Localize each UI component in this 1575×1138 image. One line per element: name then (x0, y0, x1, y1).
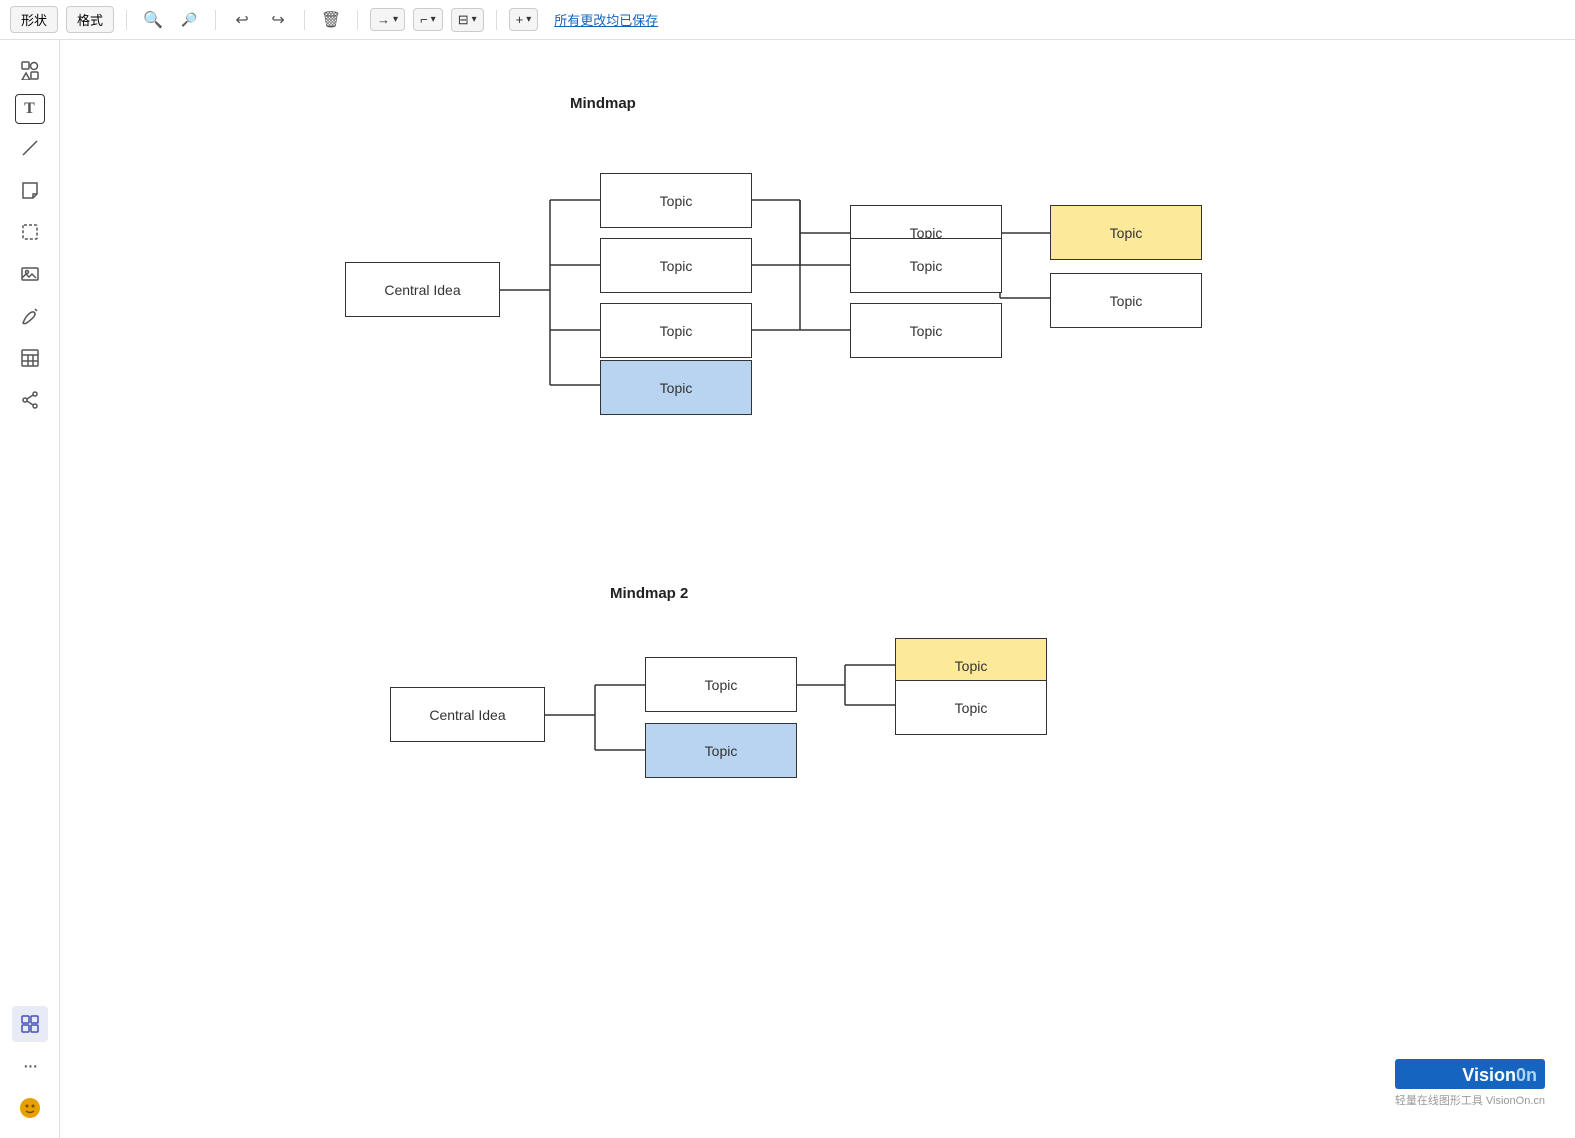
toolbar-divider-2 (215, 10, 216, 30)
arrow-style-dropdown[interactable]: →▾ (370, 8, 405, 31)
format-button[interactable]: 格式 (66, 6, 114, 33)
text-tool[interactable]: T (15, 94, 45, 124)
add-dropdown[interactable]: +▾ (509, 8, 539, 31)
mindmap2-title: Mindmap 2 (610, 585, 688, 602)
mindmap1: Mindmap (230, 90, 1060, 520)
redo-button[interactable]: ↪ (264, 6, 292, 34)
canvas[interactable]: Mindmap (60, 40, 1575, 1138)
mindmap1-topic6[interactable]: Topic (850, 238, 1002, 293)
frame-tool[interactable] (12, 214, 48, 250)
zoom-out-button[interactable]: 🔎 (175, 6, 203, 34)
more-tool[interactable]: ··· (12, 1048, 48, 1084)
line-style-dropdown[interactable]: ⊟▾ (451, 8, 484, 32)
toolbar-divider-1 (126, 10, 127, 30)
draw-tool[interactable] (12, 298, 48, 334)
mindmap2-central-idea[interactable]: Central Idea (390, 687, 545, 742)
mindmap1-topic4[interactable]: Topic (600, 360, 752, 415)
mindmap2-topic1[interactable]: Topic (645, 657, 797, 712)
table-tool[interactable] (12, 340, 48, 376)
toolbar-divider-4 (357, 10, 358, 30)
sidebar-bottom: ··· (12, 1006, 48, 1126)
watermark-logo: Vision0n (1395, 1059, 1545, 1089)
apps-tool[interactable] (12, 1006, 48, 1042)
toolbar-divider-3 (304, 10, 305, 30)
mindmap1-topic7[interactable]: Topic (850, 303, 1002, 358)
sticky-note-tool[interactable] (12, 172, 48, 208)
share-tool[interactable] (12, 382, 48, 418)
mindmap1-topic9[interactable]: Topic (1050, 273, 1202, 328)
mindmap2-topic2[interactable]: Topic (645, 723, 797, 778)
shape-button[interactable]: 形状 (10, 6, 58, 33)
corner-style-dropdown[interactable]: ⌐▾ (413, 8, 443, 31)
mindmap1-title: Mindmap (570, 95, 636, 112)
line-tool[interactable] (12, 130, 48, 166)
mindmap2-topic4[interactable]: Topic (895, 680, 1047, 735)
delete-button[interactable]: 🗑 (317, 6, 345, 34)
mindmap1-central-idea[interactable]: Central Idea (345, 262, 500, 317)
toolbar: 形状 格式 🔍 🔎 ↩ ↪ 🗑 →▾ ⌐▾ ⊟▾ +▾ 所有更改均已保存 (0, 0, 1575, 40)
zoom-in-button[interactable]: 🔍 (139, 6, 167, 34)
sidebar: T (0, 40, 60, 1138)
watermark-subtitle: 轻量在线图形工具 VisionOn.cn (1395, 1092, 1545, 1108)
undo-button[interactable]: ↩ (228, 6, 256, 34)
save-status: 所有更改均已保存 (554, 10, 658, 29)
mindmap1-topic3[interactable]: Topic (600, 303, 752, 358)
watermark: Vision0n 轻量在线图形工具 VisionOn.cn (1395, 1059, 1545, 1108)
mindmap1-topic2[interactable]: Topic (600, 238, 752, 293)
shapes-tool[interactable] (12, 52, 48, 88)
mindmap2: Mindmap 2 Central Idea Topic Topic (390, 585, 1070, 855)
theme-tool[interactable] (12, 1090, 48, 1126)
mindmap1-topic8[interactable]: Topic (1050, 205, 1202, 260)
toolbar-divider-5 (496, 10, 497, 30)
image-tool[interactable] (12, 256, 48, 292)
mindmap1-topic1[interactable]: Topic (600, 173, 752, 228)
